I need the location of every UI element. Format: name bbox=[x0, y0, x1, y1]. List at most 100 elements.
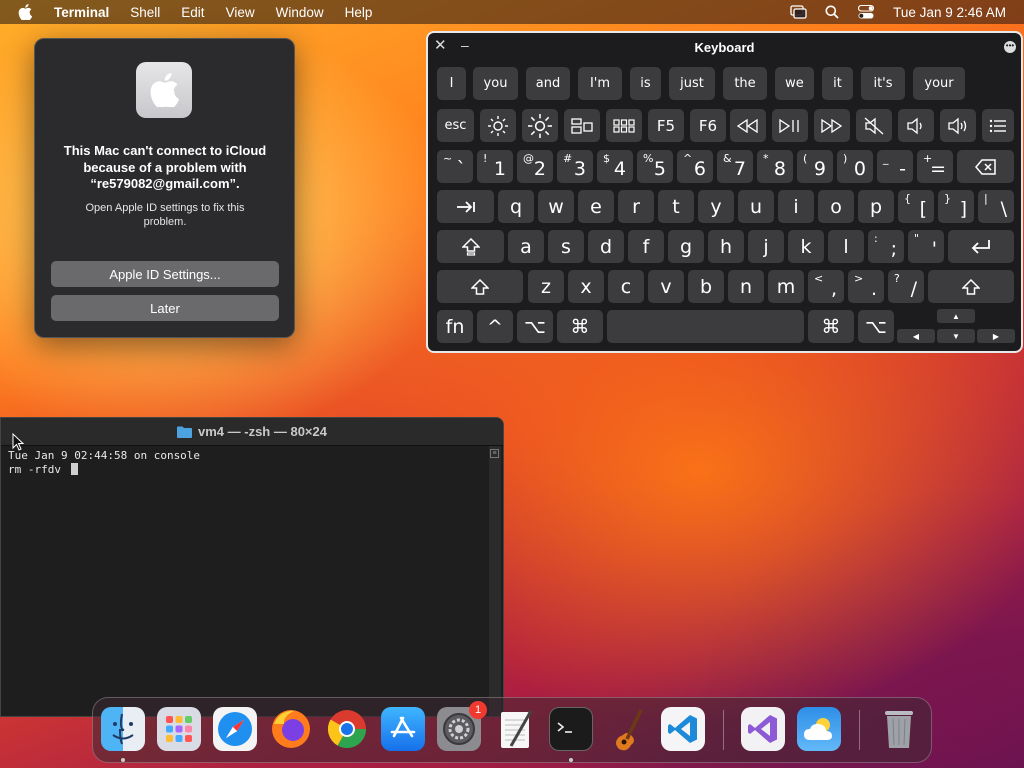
scroll-up-icon[interactable]: ≡ bbox=[490, 449, 499, 458]
key-u[interactable]: u bbox=[738, 190, 774, 223]
brightness-up-icon[interactable] bbox=[522, 109, 558, 142]
vscode-icon[interactable] bbox=[661, 707, 705, 751]
return-icon[interactable] bbox=[948, 230, 1014, 263]
tab-icon[interactable] bbox=[437, 190, 494, 223]
key-right-bracket[interactable]: }] bbox=[938, 190, 974, 223]
suggestion-key[interactable]: you bbox=[473, 67, 518, 100]
garageband-icon[interactable] bbox=[605, 707, 649, 751]
terminal-titlebar[interactable]: vm4 — -zsh — 80×24 bbox=[1, 418, 503, 446]
safari-icon[interactable] bbox=[213, 707, 257, 751]
key-n[interactable]: n bbox=[728, 270, 764, 303]
key-backslash[interactable]: | \ bbox=[978, 190, 1014, 223]
key-e[interactable]: e bbox=[578, 190, 614, 223]
key-7[interactable]: & 7 bbox=[717, 150, 753, 183]
system-settings-icon[interactable]: 1 bbox=[437, 701, 487, 751]
weather-icon[interactable] bbox=[797, 707, 841, 751]
volume-up-icon[interactable] bbox=[940, 109, 976, 142]
launchpad-icon[interactable] bbox=[157, 707, 201, 751]
key-r[interactable]: r bbox=[618, 190, 654, 223]
volume-down-icon[interactable] bbox=[898, 109, 934, 142]
suggestion-key[interactable]: is bbox=[630, 67, 661, 100]
screen-mirroring-icon[interactable] bbox=[789, 4, 807, 20]
control-center-icon[interactable] bbox=[857, 4, 875, 20]
suggestion-key[interactable]: it bbox=[822, 67, 853, 100]
right-command-key[interactable]: ⌘ bbox=[808, 310, 854, 343]
arrow-right-key[interactable]: ▶ bbox=[977, 329, 1015, 343]
menu-edit[interactable]: Edit bbox=[181, 5, 204, 20]
suggestion-key[interactable]: just bbox=[669, 67, 715, 100]
apple-menu-icon[interactable] bbox=[18, 4, 40, 20]
key-4[interactable]: $4 bbox=[597, 150, 633, 183]
menu-window[interactable]: Window bbox=[276, 5, 324, 20]
brightness-down-icon[interactable] bbox=[480, 109, 516, 142]
suggestion-key[interactable]: I bbox=[437, 67, 466, 100]
list-icon[interactable] bbox=[982, 109, 1014, 142]
key-2[interactable]: @2 bbox=[517, 150, 553, 183]
apple-id-settings-button[interactable]: Apple ID Settings... bbox=[51, 261, 279, 287]
arrow-down-key[interactable]: ▼ bbox=[937, 329, 975, 343]
menu-view[interactable]: View bbox=[226, 5, 255, 20]
key-6[interactable]: ^ 6 bbox=[677, 150, 713, 183]
mute-icon[interactable] bbox=[856, 109, 892, 142]
key-slash[interactable]: ? / bbox=[888, 270, 924, 303]
space-key[interactable] bbox=[607, 310, 804, 343]
chrome-icon[interactable] bbox=[325, 707, 369, 751]
key-k[interactable]: k bbox=[788, 230, 824, 263]
suggestion-key[interactable]: the bbox=[723, 67, 767, 100]
fn-key[interactable]: fn bbox=[437, 310, 473, 343]
terminal-window[interactable]: vm4 — -zsh — 80×24 Tue Jan 9 02:44:58 on… bbox=[0, 417, 504, 717]
key-comma[interactable]: <, bbox=[808, 270, 844, 303]
f5-key[interactable]: F5 bbox=[648, 109, 684, 142]
control-key[interactable]: ^ bbox=[477, 310, 513, 343]
terminal-icon[interactable] bbox=[549, 707, 593, 751]
key-y[interactable]: y bbox=[698, 190, 734, 223]
textedit-icon[interactable] bbox=[493, 707, 537, 751]
option-key[interactable]: ⌥ bbox=[517, 310, 553, 343]
rewind-icon[interactable] bbox=[730, 109, 766, 142]
later-button[interactable]: Later bbox=[51, 295, 279, 321]
mission-control-icon[interactable] bbox=[564, 109, 600, 142]
terminal-scrollbar[interactable] bbox=[489, 446, 501, 716]
right-option-key[interactable]: ⌥ bbox=[858, 310, 894, 343]
suggestion-key[interactable]: your bbox=[913, 67, 965, 100]
key-minus[interactable]: _ - bbox=[877, 150, 913, 183]
key-x[interactable]: x bbox=[568, 270, 604, 303]
suggestion-key[interactable]: it's bbox=[861, 67, 905, 100]
key-8[interactable]: * 8 bbox=[757, 150, 793, 183]
suggestion-key[interactable]: and bbox=[526, 67, 570, 100]
key-c[interactable]: c bbox=[608, 270, 644, 303]
key-left-bracket[interactable]: {[ bbox=[898, 190, 934, 223]
key-equals[interactable]: + = bbox=[917, 150, 953, 183]
finder-icon[interactable] bbox=[101, 707, 145, 751]
key-h[interactable]: h bbox=[708, 230, 744, 263]
firefox-icon[interactable] bbox=[269, 707, 313, 751]
search-icon[interactable] bbox=[823, 4, 841, 20]
key-i[interactable]: i bbox=[778, 190, 814, 223]
key-l[interactable]: l bbox=[828, 230, 864, 263]
key-d[interactable]: d bbox=[588, 230, 624, 263]
key-period[interactable]: >. bbox=[848, 270, 884, 303]
key-0[interactable]: ) 0 bbox=[837, 150, 873, 183]
key-m[interactable]: m bbox=[768, 270, 804, 303]
key-z[interactable]: z bbox=[528, 270, 564, 303]
menu-app-name[interactable]: Terminal bbox=[54, 5, 109, 20]
key-9[interactable]: (9 bbox=[797, 150, 833, 183]
key-p[interactable]: p bbox=[858, 190, 894, 223]
key-j[interactable]: j bbox=[748, 230, 784, 263]
command-key[interactable]: ⌘ bbox=[557, 310, 603, 343]
key-a[interactable]: a bbox=[508, 230, 544, 263]
key-1[interactable]: ! 1 bbox=[477, 150, 513, 183]
key-o[interactable]: o bbox=[818, 190, 854, 223]
f6-key[interactable]: F6 bbox=[690, 109, 726, 142]
menu-clock[interactable]: Tue Jan 9 2:46 AM bbox=[893, 5, 1006, 20]
app-store-icon[interactable] bbox=[381, 707, 425, 751]
play-pause-icon[interactable] bbox=[772, 109, 808, 142]
right-shift-icon[interactable] bbox=[928, 270, 1014, 303]
delete-icon[interactable] bbox=[957, 150, 1014, 183]
left-shift-icon[interactable] bbox=[437, 270, 523, 303]
key-v[interactable]: v bbox=[648, 270, 684, 303]
esc-key[interactable]: esc bbox=[437, 109, 474, 142]
key-5[interactable]: % 5 bbox=[637, 150, 673, 183]
launchpad-icon[interactable] bbox=[606, 109, 642, 142]
key-f[interactable]: f bbox=[628, 230, 664, 263]
